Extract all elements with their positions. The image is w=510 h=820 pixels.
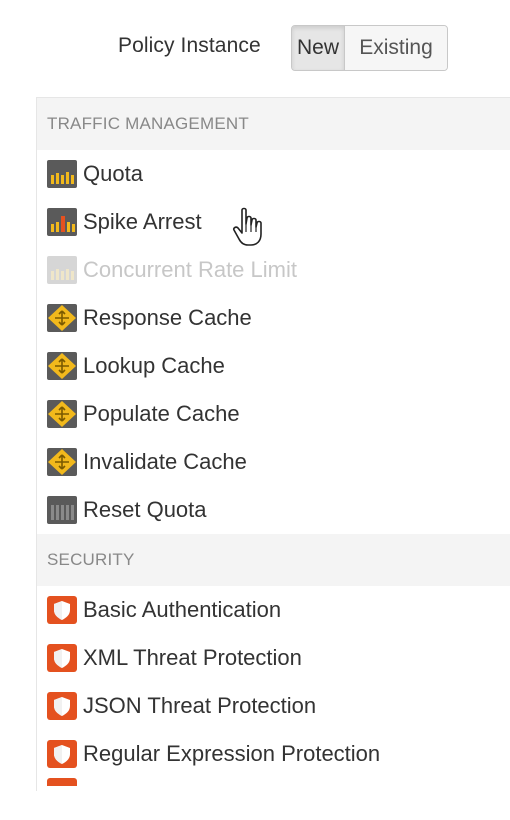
policy-item-label: XML Threat Protection: [83, 645, 302, 670]
policy-item-lookup-cache[interactable]: Lookup Cache: [37, 342, 510, 390]
section-header-security: SECURITY: [37, 534, 510, 586]
policy-item-label: Lookup Cache: [83, 353, 225, 378]
policy-instance-label: Policy Instance: [118, 34, 261, 57]
policy-item-response-cache[interactable]: Response Cache: [37, 294, 510, 342]
cache-icon: [47, 352, 77, 380]
cache-icon: [47, 448, 77, 476]
section-header-traffic-management: TRAFFIC MANAGEMENT: [37, 98, 510, 150]
existing-toggle-button[interactable]: Existing: [344, 26, 447, 70]
policy-item-quota[interactable]: Quota: [37, 150, 510, 198]
policy-item-label: JSON Threat Protection: [83, 693, 317, 718]
policy-item-reset-quota[interactable]: Reset Quota: [37, 486, 510, 534]
shield-icon: [47, 596, 77, 624]
policy-item-label: Spike Arrest: [83, 209, 202, 234]
quota-icon: [47, 160, 77, 188]
policy-item-regular-expression-protection[interactable]: Regular Expression Protection: [37, 730, 510, 778]
policy-item-json-threat-protection[interactable]: JSON Threat Protection: [37, 682, 510, 730]
concurrent-rate-limit-icon: [47, 256, 77, 284]
policy-item-label: Reset Quota: [83, 497, 207, 522]
cache-icon: [47, 304, 77, 332]
shield-icon: [47, 644, 77, 672]
shield-icon: [47, 778, 77, 786]
policy-item-label: Response Cache: [83, 305, 252, 330]
policy-item-label: Quota: [83, 161, 143, 186]
spike-arrest-icon: [47, 208, 77, 236]
reset-quota-icon: [47, 496, 77, 524]
policy-item-xml-threat-protection[interactable]: XML Threat Protection: [37, 634, 510, 682]
policy-item-concurrent-rate-limit: Concurrent Rate Limit: [37, 246, 510, 294]
policy-item-spike-arrest[interactable]: Spike Arrest: [37, 198, 510, 246]
policy-item-label: Regular Expression Protection: [83, 741, 381, 766]
policy-item-label: Invalidate Cache: [83, 449, 247, 474]
policy-item-invalidate-cache[interactable]: Invalidate Cache: [37, 438, 510, 486]
policy-item-label: Concurrent Rate Limit: [83, 257, 297, 282]
shield-icon: [47, 692, 77, 720]
policy-item-populate-cache[interactable]: Populate Cache: [37, 390, 510, 438]
policy-list: TRAFFIC MANAGEMENT Quota Spike Arrest Co…: [36, 97, 510, 791]
policy-instance-toggle: New Existing: [291, 25, 448, 71]
policy-header: Policy Instance New Existing: [0, 0, 510, 90]
new-toggle-button[interactable]: New: [292, 26, 344, 70]
policy-item-label: Basic Authentication: [83, 597, 282, 622]
shield-icon: [47, 740, 77, 768]
cache-icon: [47, 400, 77, 428]
policy-item-label: Populate Cache: [83, 401, 240, 426]
policy-item-basic-authentication[interactable]: Basic Authentication: [37, 586, 510, 634]
policy-item-partial[interactable]: [37, 778, 510, 791]
